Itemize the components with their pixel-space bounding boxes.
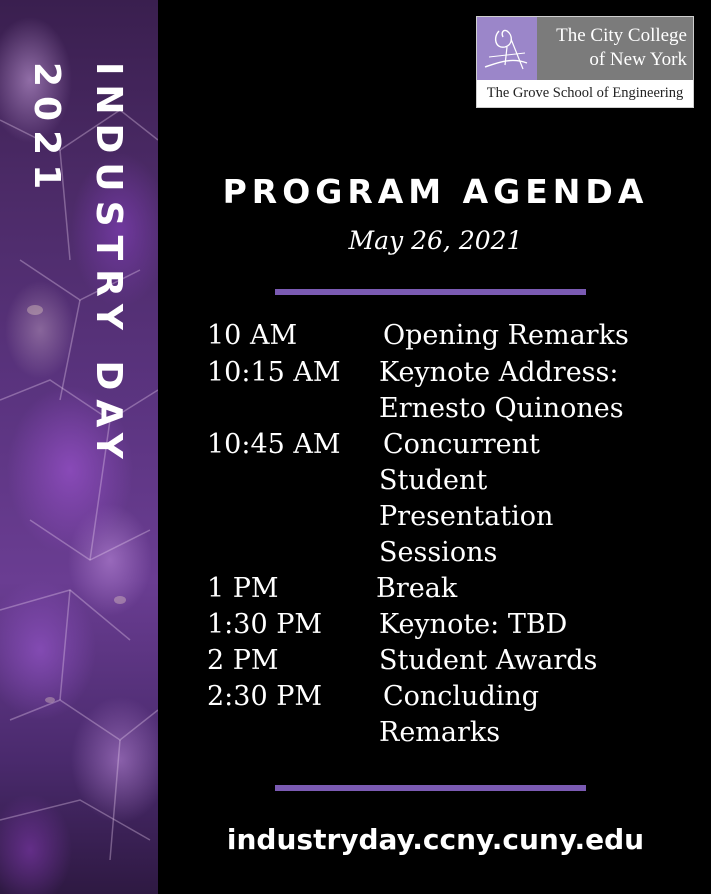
agenda-activity: Opening Remarks <box>383 320 629 351</box>
agenda-time: 10:45 AM <box>207 429 341 460</box>
agenda-time: 1:30 PM <box>207 609 323 640</box>
event-date: May 26, 2021 <box>348 226 523 255</box>
agenda-activity: Break <box>376 573 458 604</box>
school-name: The Grove School of Engineering <box>486 85 684 101</box>
agenda-activity: Concurrent <box>383 429 540 460</box>
agenda-activity: Keynote Address: <box>379 357 619 388</box>
agenda-activity: Presentation <box>379 501 554 532</box>
agenda-time: 2:30 PM <box>207 681 323 712</box>
agenda-activity: Remarks <box>379 717 501 748</box>
agenda-activity: Keynote: TBD <box>379 609 568 640</box>
college-name: The City College of New York <box>543 24 687 72</box>
agenda-activity: Student Awards <box>379 645 598 676</box>
agenda-activity: Sessions <box>379 537 498 568</box>
agenda-time: 10:15 AM <box>207 357 341 388</box>
agenda-time: 2 PM <box>207 645 279 676</box>
divider-bottom <box>275 785 586 791</box>
agenda-time: 10 AM <box>207 320 298 351</box>
agenda-activity: Concluding <box>383 681 540 712</box>
amethyst-side-banner: INDUSTRY DAY 2021 <box>0 0 158 894</box>
logo-mark <box>477 17 537 80</box>
agenda-time: 1 PM <box>207 573 279 604</box>
event-title: INDUSTRY DAY <box>88 62 129 468</box>
logo-band: The City College of New York <box>477 17 693 80</box>
agenda-activity: Ernesto Quinones <box>379 393 624 424</box>
college-name-line2: of New York <box>589 49 687 70</box>
side-banner-text: INDUSTRY DAY 2021 <box>26 62 129 482</box>
website-link[interactable]: industryday.ccny.cuny.edu <box>160 823 711 856</box>
college-seal-icon <box>484 29 528 70</box>
agenda-activity: Student <box>379 465 488 496</box>
event-year: 2021 <box>26 62 67 199</box>
divider-top <box>275 289 586 295</box>
ccny-logo: The City College of New York The Grove S… <box>476 16 694 108</box>
page-title: PROGRAM AGENDA <box>222 172 649 211</box>
college-name-line1: The City College <box>556 25 687 46</box>
